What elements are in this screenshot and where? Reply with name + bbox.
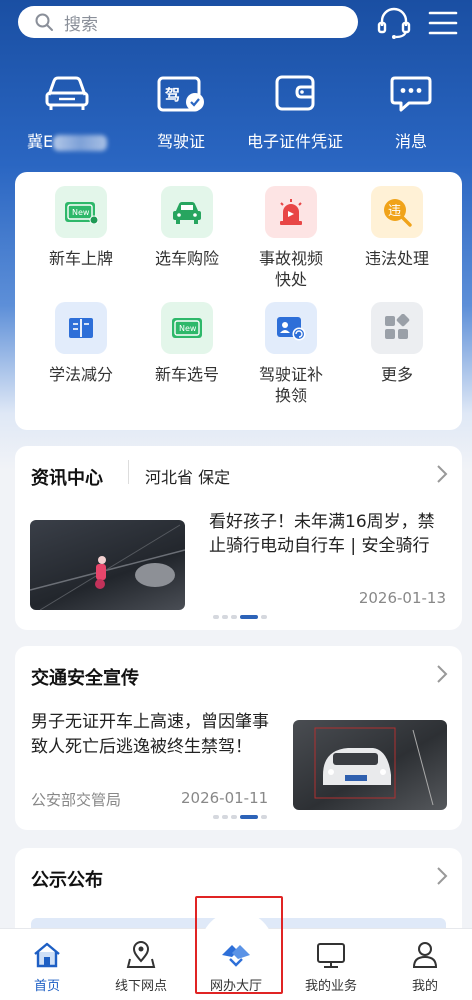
- quick-driver-license[interactable]: 驾 驾驶证: [126, 70, 236, 152]
- tab-label: 线下网点: [114, 979, 167, 994]
- svg-text:New: New: [72, 208, 90, 217]
- service-label: 违法处理: [364, 249, 429, 268]
- service-car-insurance[interactable]: 选车购险: [133, 186, 241, 269]
- service-label-line1: 事故视频: [258, 249, 323, 268]
- news-card: 资讯中心 河北省 保定 看好孩子！未年满16周岁，禁止骑行电动自行车 | 安全骑…: [15, 446, 462, 630]
- safety-thumbnail[interactable]: [293, 720, 447, 810]
- license-renew-icon: [265, 302, 317, 354]
- service-violation[interactable]: 违 违法处理: [343, 186, 451, 269]
- tab-label: 我的业务: [304, 979, 357, 994]
- user-icon: [378, 937, 472, 969]
- service-new-number[interactable]: New 新车选号: [133, 302, 241, 385]
- quick-actions: 冀E 驾 驾驶证 电子证件凭证 消息: [0, 70, 472, 152]
- tab-label: 首页: [33, 979, 60, 994]
- svg-text:New: New: [179, 324, 197, 333]
- service-label: 新车选号: [154, 365, 219, 384]
- more-grid-icon: [371, 302, 423, 354]
- chevron-right-icon[interactable]: [436, 866, 448, 890]
- safety-section-title: 交通安全宣传: [31, 668, 139, 689]
- service-label: 学法减分: [48, 365, 113, 384]
- search-placeholder: 搜索: [64, 14, 98, 35]
- quick-e-certificate-label: 电子证件凭证: [246, 132, 343, 151]
- tab-my-business[interactable]: 我的业务: [284, 937, 378, 994]
- message-icon: [356, 70, 466, 116]
- safety-date: 2026-01-11: [181, 789, 269, 807]
- tab-offline-outlets[interactable]: 线下网点: [94, 937, 188, 994]
- new-plate-icon: New: [55, 186, 107, 238]
- search-input[interactable]: 搜索: [18, 6, 358, 38]
- home-icon: [0, 937, 94, 969]
- quick-messages-label: 消息: [394, 132, 427, 151]
- tab-mine[interactable]: 我的: [378, 937, 472, 994]
- service-label: 更多: [380, 365, 413, 384]
- services-card: New 新车上牌 选车购险 事故视频 快处 违 违法处理 学法减分 New 新车…: [15, 172, 462, 430]
- svg-text:违: 违: [388, 204, 401, 219]
- quick-vehicle[interactable]: 冀E: [12, 70, 122, 152]
- news-section-title: 资讯中心: [31, 468, 103, 489]
- service-more[interactable]: 更多: [343, 302, 451, 385]
- service-label-line2: 换领: [274, 386, 307, 405]
- chevron-right-icon[interactable]: [436, 464, 448, 488]
- service-study-deduct[interactable]: 学法减分: [27, 302, 135, 385]
- service-new-plate[interactable]: New 新车上牌: [27, 186, 135, 269]
- safety-headline[interactable]: 男子无证开车上高速，曾因肇事致人死亡后逃逸被终生禁驾！: [31, 710, 279, 760]
- map-pin-icon: [94, 937, 188, 969]
- safety-card: 交通安全宣传 男子无证开车上高速，曾因肇事致人死亡后逃逸被终生禁驾！ 公安部交管…: [15, 646, 462, 830]
- quick-driver-license-label: 驾驶证: [156, 132, 205, 151]
- quick-messages[interactable]: 消息: [356, 70, 466, 152]
- service-license-renew[interactable]: 驾驶证补 换领: [237, 302, 345, 406]
- tab-home[interactable]: 首页: [0, 937, 94, 994]
- service-accident-video[interactable]: 事故视频 快处: [237, 186, 345, 290]
- redacted-plate: [53, 134, 108, 151]
- news-region[interactable]: 河北省 保定: [145, 464, 230, 488]
- carousel-indicator: [213, 615, 267, 619]
- menu-icon[interactable]: [428, 10, 458, 40]
- service-label-line2: 快处: [274, 270, 307, 289]
- service-label: 新车上牌: [48, 249, 113, 268]
- notice-section-title: 公示公布: [31, 870, 103, 891]
- tab-label: 我的: [411, 979, 438, 994]
- headset-icon[interactable]: [376, 6, 412, 44]
- siren-icon: [265, 186, 317, 238]
- service-label-line1: 驾驶证补: [258, 365, 323, 384]
- book-icon: [55, 302, 107, 354]
- violation-icon: 违: [371, 186, 423, 238]
- carousel-indicator: [213, 815, 267, 819]
- news-thumbnail[interactable]: [30, 520, 185, 610]
- news-date: 2026-01-13: [358, 589, 446, 607]
- quick-e-certificate[interactable]: 电子证件凭证: [240, 70, 350, 152]
- driver-license-icon: 驾: [126, 70, 236, 116]
- svg-text:驾: 驾: [165, 86, 180, 104]
- monitor-icon: [284, 937, 378, 969]
- chevron-right-icon[interactable]: [436, 664, 448, 688]
- search-icon: [35, 13, 53, 31]
- safety-source: 公安部交管局: [31, 791, 122, 809]
- quick-vehicle-label: 冀E: [26, 132, 54, 151]
- service-label: 选车购险: [154, 249, 219, 268]
- highlight-box: [195, 896, 283, 994]
- new-number-icon: New: [161, 302, 213, 354]
- divider: [128, 460, 129, 484]
- car-insurance-icon: [161, 186, 213, 238]
- car-icon: [12, 70, 122, 116]
- wallet-icon: [240, 70, 350, 116]
- news-headline[interactable]: 看好孩子！未年满16周岁，禁止骑行电动自行车 | 安全骑行: [209, 510, 449, 558]
